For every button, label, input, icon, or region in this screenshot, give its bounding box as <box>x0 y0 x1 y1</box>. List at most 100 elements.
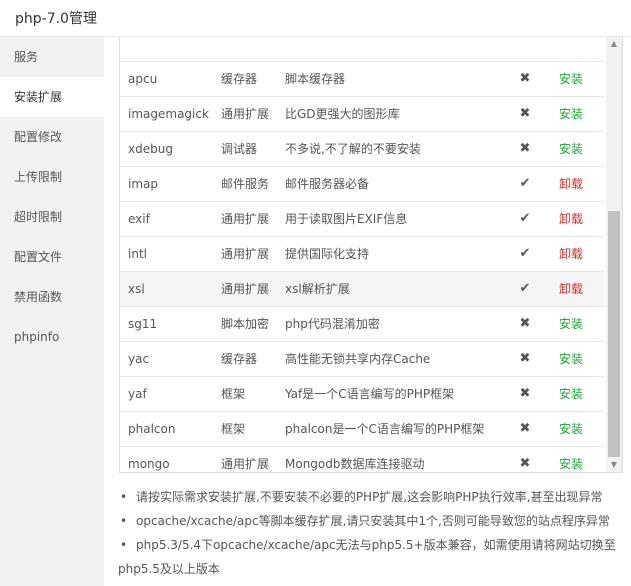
sidebar-item-timeout-limit[interactable]: 超时限制 <box>0 197 104 237</box>
extension-description: 邮件服务器必备 <box>285 177 370 191</box>
extensions-table-body: apcu 缓存器 脚本缓存器 ✖ 安装 imagemagick 通用扩展 比GD… <box>120 61 604 472</box>
table-row: imap 邮件服务 邮件服务器必备 ✔ 卸载 <box>120 166 604 201</box>
install-link[interactable]: 安装 <box>559 97 583 131</box>
note-text: php5.3/5.4下opcache/xcache/apc无法与php5.5+版… <box>118 538 616 576</box>
extension-name: apcu <box>128 72 158 86</box>
not-installed-icon: ✖ <box>519 141 531 156</box>
table-row: imagemagick 通用扩展 比GD更强大的图形库 ✖ 安装 <box>120 96 604 131</box>
sidebar-item-service[interactable]: 服务 <box>0 37 104 77</box>
uninstall-link[interactable]: 卸载 <box>559 272 583 306</box>
extension-name: phalcon <box>128 422 176 436</box>
extension-type: 调试器 <box>221 142 258 156</box>
bullet-icon: • <box>120 490 128 504</box>
table-row: xdebug 调试器 不多说,不了解的不要安装 ✖ 安装 <box>120 131 604 166</box>
table-row: mongo 通用扩展 Mongodb数据库连接驱动 ✖ 安装 <box>120 446 604 472</box>
installed-check-icon: ✔ <box>519 281 531 296</box>
extension-name: imap <box>128 177 158 191</box>
extension-description: Yaf是一个C语言编写的PHP框架 <box>285 387 455 401</box>
sidebar: 服务 安装扩展 配置修改 上传限制 超时限制 配置文件 禁用函数 phpinfo <box>0 37 104 586</box>
extension-type: 框架 <box>221 387 246 401</box>
install-link[interactable]: 安装 <box>559 62 583 96</box>
extension-type: 通用扩展 <box>221 457 270 471</box>
extension-description: phalcon是一个C语言编写的PHP框架 <box>285 422 485 436</box>
uninstall-link[interactable]: 卸载 <box>559 237 583 271</box>
extension-description: php代码混淆加密 <box>285 317 380 331</box>
uninstall-link[interactable]: 卸载 <box>559 202 583 236</box>
extension-name: imagemagick <box>128 107 209 121</box>
scrollbar-thumb[interactable] <box>608 211 620 457</box>
extension-description: 不多说,不了解的不要安装 <box>285 142 421 156</box>
install-link[interactable]: 安装 <box>559 377 583 411</box>
install-link[interactable]: 安装 <box>559 447 583 472</box>
extension-type: 脚本加密 <box>221 317 270 331</box>
table-row: phalcon 框架 phalcon是一个C语言编写的PHP框架 ✖ 安装 <box>120 411 604 446</box>
main-panel: apcu 缓存器 脚本缓存器 ✖ 安装 imagemagick 通用扩展 比GD… <box>104 37 631 586</box>
extension-description: Mongodb数据库连接驱动 <box>285 457 425 471</box>
extension-name: xdebug <box>128 142 173 156</box>
vertical-scrollbar[interactable]: ▲ ▼ <box>606 37 622 472</box>
extension-name: exif <box>128 212 150 226</box>
note-text: opcache/xcache/apc等脚本缓存扩展,请只安装其中1个,否则可能导… <box>136 514 610 528</box>
extension-description: 脚本缓存器 <box>285 72 346 86</box>
sidebar-item-upload-limit[interactable]: 上传限制 <box>0 157 104 197</box>
sidebar-item-phpinfo[interactable]: phpinfo <box>0 317 104 357</box>
not-installed-icon: ✖ <box>519 386 531 401</box>
table-row: xsl 通用扩展 xsl解析扩展 ✔ 卸载 <box>120 271 604 306</box>
help-notes: • 请按实际需求安装扩展,不要安装不必要的PHP扩展,这会影响PHP执行效率,甚至… <box>118 485 618 581</box>
extension-type: 通用扩展 <box>221 107 270 121</box>
table-row: apcu 缓存器 脚本缓存器 ✖ 安装 <box>120 61 604 96</box>
not-installed-icon: ✖ <box>519 106 531 121</box>
extension-type: 通用扩展 <box>221 247 270 261</box>
sidebar-item-config-edit[interactable]: 配置修改 <box>0 117 104 157</box>
install-link[interactable]: 安装 <box>559 307 583 341</box>
extensions-table[interactable]: apcu 缓存器 脚本缓存器 ✖ 安装 imagemagick 通用扩展 比GD… <box>119 37 623 473</box>
note-item: • php5.3/5.4下opcache/xcache/apc无法与php5.5+… <box>118 533 618 581</box>
not-installed-icon: ✖ <box>519 456 531 471</box>
sidebar-item-disabled-functions[interactable]: 禁用函数 <box>0 277 104 317</box>
installed-check-icon: ✔ <box>519 211 531 226</box>
extension-type: 通用扩展 <box>221 282 270 296</box>
not-installed-icon: ✖ <box>519 421 531 436</box>
note-item: • opcache/xcache/apc等脚本缓存扩展,请只安装其中1个,否则可能… <box>118 509 618 533</box>
table-row: yac 缓存器 高性能无锁共享内存Cache ✖ 安装 <box>120 341 604 376</box>
extension-description: 比GD更强大的图形库 <box>285 107 400 121</box>
bullet-icon: • <box>120 538 128 552</box>
extension-type: 缓存器 <box>221 352 258 366</box>
uninstall-link[interactable]: 卸载 <box>559 167 583 201</box>
extension-name: intl <box>128 247 147 261</box>
window-title: php-7.0管理 <box>15 11 97 27</box>
php-manager-window: php-7.0管理 服务 安装扩展 配置修改 上传限制 超时限制 配置文件 禁用… <box>0 0 631 586</box>
installed-check-icon: ✔ <box>519 176 531 191</box>
sidebar-item-config-file[interactable]: 配置文件 <box>0 237 104 277</box>
extension-description: 用于读取图片EXIF信息 <box>285 212 408 226</box>
install-link[interactable]: 安装 <box>559 342 583 376</box>
extension-description: 高性能无锁共享内存Cache <box>285 352 431 366</box>
installed-check-icon: ✔ <box>519 246 531 261</box>
extension-type: 通用扩展 <box>221 212 270 226</box>
extension-name: xsl <box>128 282 145 296</box>
scroll-down-arrow-icon[interactable]: ▼ <box>606 458 622 472</box>
extension-name: yac <box>128 352 150 366</box>
extension-name: mongo <box>128 457 170 471</box>
scroll-up-arrow-icon[interactable]: ▲ <box>606 37 622 51</box>
extension-type: 缓存器 <box>221 72 258 86</box>
extension-name: sg11 <box>128 317 158 331</box>
extension-type: 框架 <box>221 422 246 436</box>
sidebar-item-install-extensions[interactable]: 安装扩展 <box>0 77 104 117</box>
table-row: yaf 框架 Yaf是一个C语言编写的PHP框架 ✖ 安装 <box>120 376 604 411</box>
not-installed-icon: ✖ <box>519 351 531 366</box>
table-row: intl 通用扩展 提供国际化支持 ✔ 卸载 <box>120 236 604 271</box>
install-link[interactable]: 安装 <box>559 412 583 446</box>
extension-type: 邮件服务 <box>221 177 270 191</box>
title-bar: php-7.0管理 <box>0 0 631 37</box>
extension-description: 提供国际化支持 <box>285 247 370 261</box>
table-row: exif 通用扩展 用于读取图片EXIF信息 ✔ 卸载 <box>120 201 604 236</box>
extension-name: yaf <box>128 387 147 401</box>
table-row: sg11 脚本加密 php代码混淆加密 ✖ 安装 <box>120 306 604 341</box>
note-text: 请按实际需求安装扩展,不要安装不必要的PHP扩展,这会影响PHP执行效率,甚至出… <box>136 490 603 504</box>
not-installed-icon: ✖ <box>519 316 531 331</box>
note-item: • 请按实际需求安装扩展,不要安装不必要的PHP扩展,这会影响PHP执行效率,甚至… <box>118 485 618 509</box>
install-link[interactable]: 安装 <box>559 132 583 166</box>
bullet-icon: • <box>120 514 128 528</box>
not-installed-icon: ✖ <box>519 71 531 86</box>
